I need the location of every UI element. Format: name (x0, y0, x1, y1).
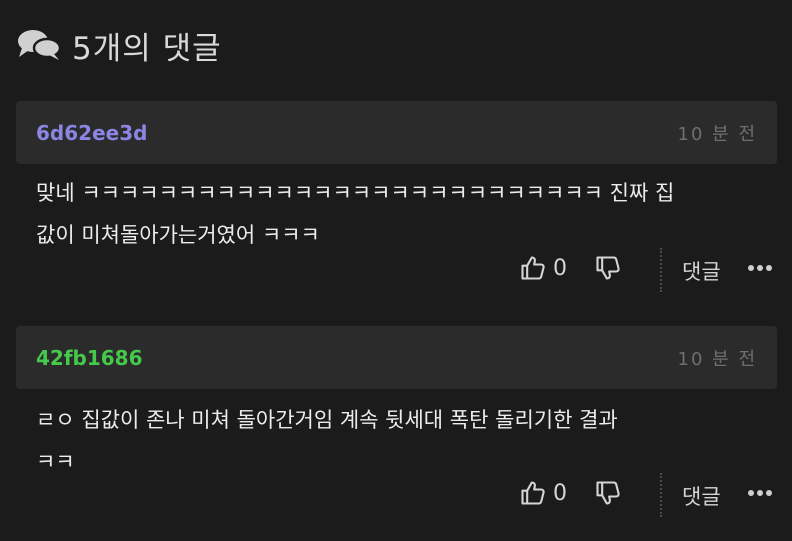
dislike-button[interactable] (594, 254, 622, 282)
comment-1: 6d62ee3d 10 분 전 맞네 ㅋㅋㅋㅋㅋㅋㅋㅋㅋㅋㅋㅋㅋㅋㅋㅋㅋㅋㅋㅋㅋ… (16, 101, 777, 296)
comment-author[interactable]: 6d62ee3d (36, 121, 147, 145)
thumbs-down-icon (596, 256, 620, 280)
comment-line: ㄹㅇ 집값이 존나 미쳐 돌아간거임 계속 뒷세대 폭탄 돌리기한 결과 (36, 408, 618, 432)
comment-author[interactable]: 42fb1686 (36, 346, 143, 370)
dislike-button[interactable] (594, 479, 622, 507)
comment-time: 10 분 전 (677, 348, 757, 370)
comment-line: 맞네 ㅋㅋㅋㅋㅋㅋㅋㅋㅋㅋㅋㅋㅋㅋㅋㅋㅋㅋㅋㅋㅋㅋㅋㅋㅋㅋㅋ 진짜 집 (36, 181, 675, 205)
comment-actions: 0 댓글 (16, 248, 777, 296)
reply-button[interactable]: 댓글 (682, 481, 721, 511)
like-button[interactable]: 0 (519, 254, 567, 282)
thumbs-down-icon (596, 481, 620, 505)
action-divider (660, 248, 662, 292)
thumbs-up-icon (521, 256, 545, 280)
like-button[interactable]: 0 (519, 479, 567, 507)
more-options-button[interactable] (748, 481, 772, 505)
more-options-button[interactable] (748, 256, 772, 280)
comment-time: 10 분 전 (677, 123, 757, 145)
reply-button[interactable]: 댓글 (682, 256, 721, 286)
thumbs-up-icon (521, 481, 545, 505)
comment-meta: 42fb1686 10 분 전 (16, 326, 777, 389)
like-count: 0 (553, 255, 567, 281)
comments-icon (18, 30, 62, 60)
comment-actions: 0 댓글 (16, 473, 777, 521)
comment-body: ㄹㅇ 집값이 존나 미쳐 돌아간거임 계속 뒷세대 폭탄 돌리기한 결과 ㅋㅋ (16, 389, 777, 474)
comments-header: 5개의 댓글 (16, 24, 222, 67)
more-icon (748, 256, 772, 280)
comment-body: 맞네 ㅋㅋㅋㅋㅋㅋㅋㅋㅋㅋㅋㅋㅋㅋㅋㅋㅋㅋㅋㅋㅋㅋㅋㅋㅋㅋㅋ 진짜 집 값이 미… (16, 164, 777, 248)
page-title: 5개의 댓글 (72, 30, 222, 67)
like-count: 0 (553, 480, 567, 506)
comment-meta: 6d62ee3d 10 분 전 (16, 101, 777, 164)
comment-2: 42fb1686 10 분 전 ㄹㅇ 집값이 존나 미쳐 돌아간거임 계속 뒷세… (16, 326, 777, 521)
action-divider (660, 473, 662, 517)
more-icon (748, 481, 772, 505)
